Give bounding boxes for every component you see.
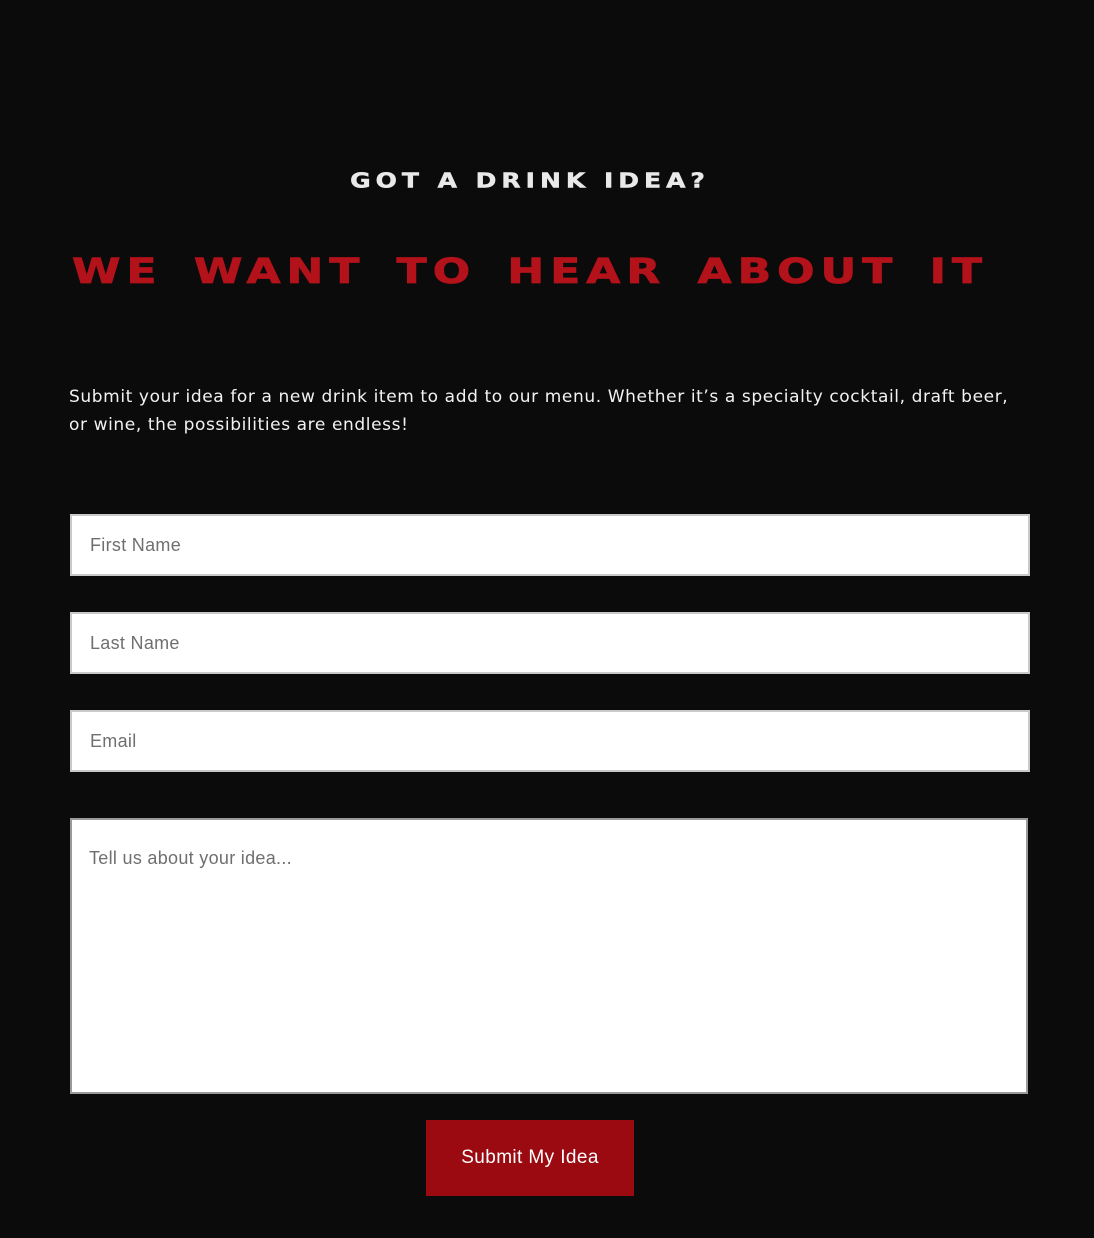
- submit-idea-button[interactable]: Submit My Idea: [426, 1120, 634, 1196]
- drink-idea-section: GOT A DRINK IDEA? WE WANT TO HEAR ABOUT …: [0, 0, 1094, 1238]
- idea-textarea[interactable]: [70, 818, 1028, 1094]
- eyebrow-heading: GOT A DRINK IDEA?: [350, 168, 710, 193]
- intro-text: Submit your idea for a new drink item to…: [69, 387, 1009, 435]
- first-name-field[interactable]: [70, 514, 1030, 576]
- last-name-field[interactable]: [70, 612, 1030, 674]
- email-field[interactable]: [70, 710, 1030, 772]
- page-title: WE WANT TO HEAR ABOUT IT: [72, 251, 988, 292]
